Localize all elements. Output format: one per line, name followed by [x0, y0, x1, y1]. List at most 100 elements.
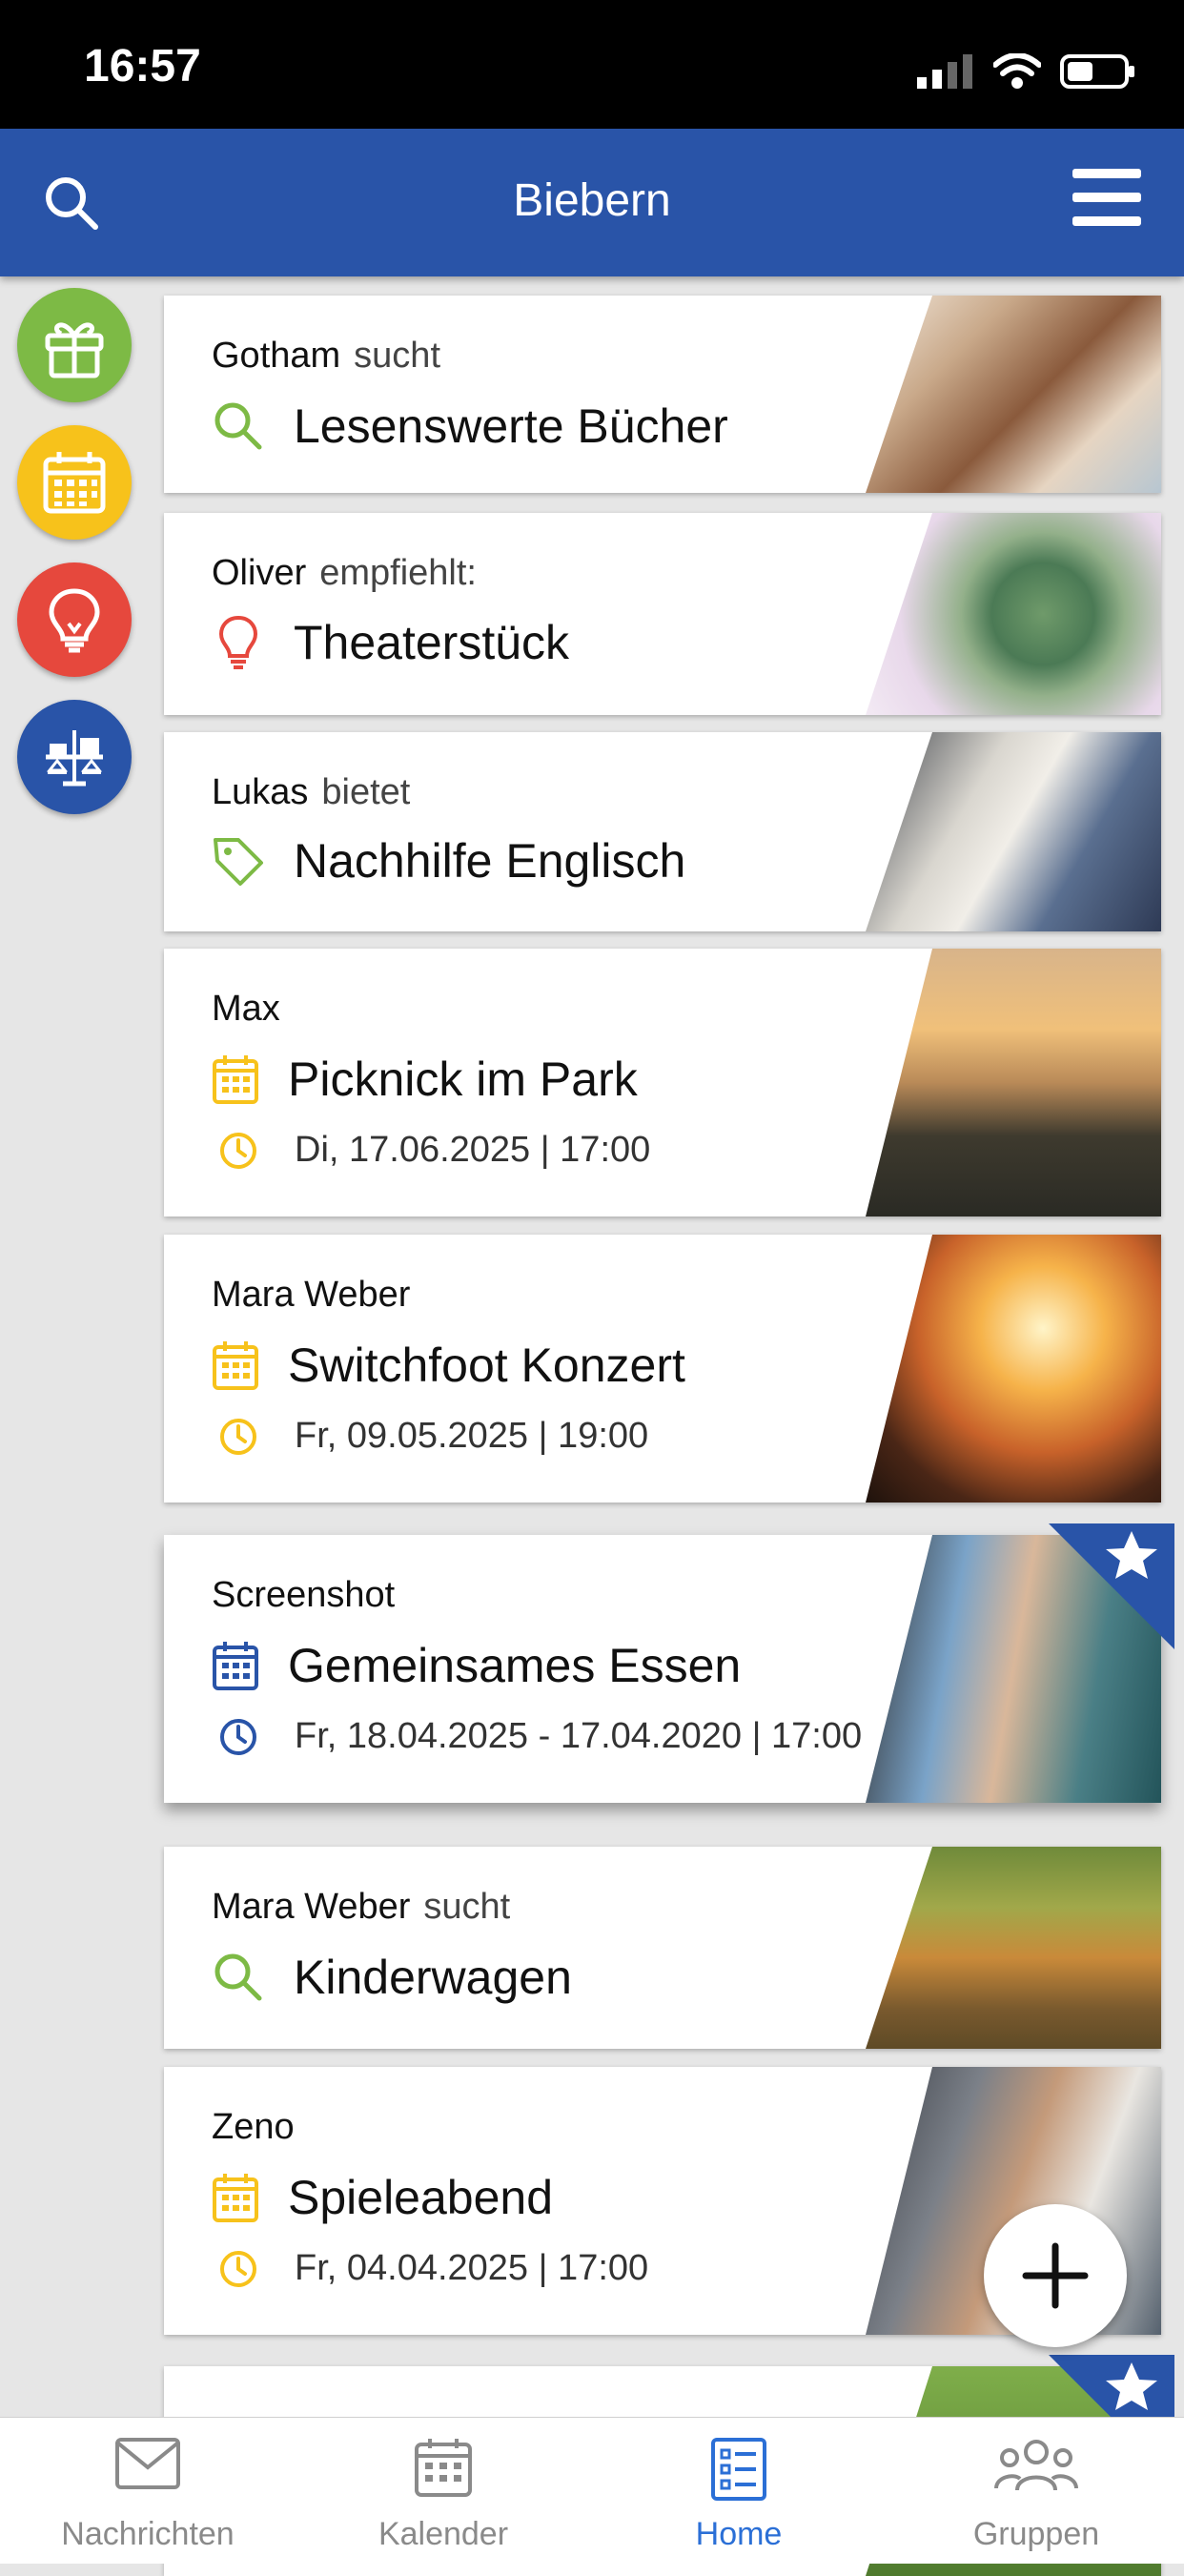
signal-icon	[917, 54, 972, 89]
card-date-row: Fr, 18.04.2025 - 17.04.2020 | 17:00	[218, 1716, 862, 1757]
card-author: Gotham	[212, 336, 341, 376]
idea-filter-button[interactable]	[17, 562, 132, 677]
card-verb: empfiehlt:	[319, 553, 477, 593]
feed-card[interactable]: Mara Weber sucht Kinderwagen	[164, 1847, 1161, 2049]
clock-icon	[220, 1718, 256, 1755]
status-bar: 16:57	[0, 0, 1184, 129]
card-verb: bietet	[321, 772, 411, 812]
card-title: Spieleabend	[288, 2171, 554, 2224]
card-image	[866, 1235, 1161, 1503]
lightbulb-icon	[218, 615, 258, 669]
search-icon	[214, 1953, 262, 2001]
clock-icon	[220, 1418, 256, 1455]
card-verb: sucht	[354, 336, 440, 376]
card-author-line: Mara Weber sucht	[212, 1887, 510, 1928]
feed-card[interactable]: Gotham sucht Lesenswerte Bücher	[164, 296, 1161, 493]
card-verb: sucht	[423, 1887, 511, 1927]
tab-home[interactable]: Home	[591, 2418, 887, 2564]
tab-gruppen[interactable]: Gruppen	[888, 2418, 1184, 2564]
card-author-line: Max	[212, 989, 280, 1030]
tab-label: Home	[695, 2516, 783, 2552]
plus-icon	[1022, 2242, 1089, 2309]
page-title: Biebern	[513, 175, 671, 226]
card-date: Fr, 18.04.2025 - 17.04.2020 | 17:00	[295, 1716, 863, 1756]
tab-kalender[interactable]: Kalender	[296, 2418, 591, 2564]
feed-card[interactable]: Max Picknick im Park Di, 17.06.2025 | 17…	[164, 949, 1161, 1216]
card-title: Picknick im Park	[288, 1053, 638, 1106]
card-date-row: Fr, 04.04.2025 | 17:00	[218, 2248, 648, 2289]
feed-card[interactable]: Lukas bietet Nachhilfe Englisch	[164, 732, 1161, 931]
calendar-icon	[213, 2174, 258, 2222]
card-title: Nachhilfe Englisch	[294, 834, 686, 888]
battery-icon	[1060, 54, 1134, 89]
gift-icon	[45, 322, 104, 378]
calendar-icon	[43, 452, 106, 514]
card-date-row: Fr, 09.05.2025 | 19:00	[218, 1416, 648, 1457]
tab-nachrichten[interactable]: Nachrichten	[0, 2418, 296, 2564]
card-image	[866, 949, 1161, 1216]
card-image	[866, 732, 1161, 931]
calendar-filter-button[interactable]	[17, 425, 132, 540]
tab-label: Kalender	[378, 2516, 509, 2552]
card-image	[866, 296, 1161, 493]
card-author: Screenshot	[212, 1575, 396, 1615]
card-date: Fr, 04.04.2025 | 17:00	[295, 2248, 649, 2288]
card-main-row: Theaterstück	[212, 614, 569, 671]
status-time: 16:57	[84, 41, 201, 92]
feed-card[interactable]: Mara Weber Switchfoot Konzert Fr, 09.05.…	[164, 1235, 1161, 1503]
card-image	[866, 1847, 1161, 2049]
gift-filter-button[interactable]	[17, 288, 132, 402]
card-date: Fr, 09.05.2025 | 19:00	[295, 1416, 649, 1456]
calendar-icon	[213, 1341, 258, 1390]
card-main-row: Kinderwagen	[212, 1950, 572, 2005]
card-title: Gemeinsames Essen	[288, 1639, 742, 1692]
calendar-icon	[415, 2439, 472, 2497]
feed-card[interactable]: Oliver empfiehlt: Theaterstück	[164, 513, 1161, 715]
card-main-row: Spieleabend	[212, 2170, 553, 2225]
card-author: Mara Weber	[212, 1275, 411, 1315]
clock-icon	[220, 1132, 256, 1169]
card-title: Theaterstück	[294, 616, 570, 669]
card-author: Mara Weber	[212, 1887, 411, 1927]
status-icons	[917, 52, 1136, 91]
tab-label: Gruppen	[972, 2516, 1100, 2552]
card-author-line: Oliver empfiehlt:	[212, 553, 477, 594]
card-title: Switchfoot Konzert	[288, 1339, 685, 1392]
card-author-line: Lukas bietet	[212, 772, 410, 813]
card-main-row: Gemeinsames Essen	[212, 1638, 741, 1693]
lightbulb-icon	[49, 588, 100, 653]
card-author: Oliver	[212, 553, 307, 593]
featured-card[interactable]: Screenshot Gemeinsames Essen Fr, 18.04.2…	[164, 1535, 1161, 1803]
card-author-line: Screenshot	[212, 1575, 395, 1616]
card-image	[866, 513, 1161, 715]
tag-icon	[214, 838, 263, 886]
card-title: Kinderwagen	[294, 1951, 572, 2004]
market-filter-button[interactable]	[17, 700, 132, 814]
card-title: Lesenswerte Bücher	[294, 399, 728, 453]
card-main-row: Lesenswerte Bücher	[212, 399, 728, 454]
card-date: Di, 17.06.2025 | 17:00	[295, 1130, 651, 1170]
featured-ribbon	[1049, 1523, 1174, 1649]
card-main-row: Switchfoot Konzert	[212, 1338, 685, 1393]
add-button[interactable]	[984, 2204, 1127, 2347]
envelope-icon	[115, 2438, 180, 2489]
scales-icon	[46, 730, 103, 787]
bottom-tab-bar: Nachrichten Kalender Home Gruppen	[0, 2417, 1184, 2564]
card-main-row: Nachhilfe Englisch	[212, 833, 685, 889]
calendar-icon	[213, 1055, 258, 1104]
clock-icon	[220, 2250, 256, 2287]
card-date-row: Di, 17.06.2025 | 17:00	[218, 1130, 650, 1171]
wifi-icon	[993, 53, 1041, 89]
search-icon	[214, 402, 262, 450]
list-icon	[711, 2438, 766, 2501]
group-icon	[994, 2440, 1078, 2491]
menu-icon[interactable]	[1072, 167, 1141, 228]
card-author-line: Gotham sucht	[212, 336, 440, 377]
card-author-line: Zeno	[212, 2107, 295, 2148]
card-author: Zeno	[212, 2107, 295, 2147]
card-author: Max	[212, 989, 280, 1029]
card-main-row: Picknick im Park	[212, 1052, 638, 1107]
app-header: Biebern	[0, 129, 1184, 276]
card-author-line: Mara Weber	[212, 1275, 410, 1316]
calendar-icon	[213, 1642, 258, 1690]
